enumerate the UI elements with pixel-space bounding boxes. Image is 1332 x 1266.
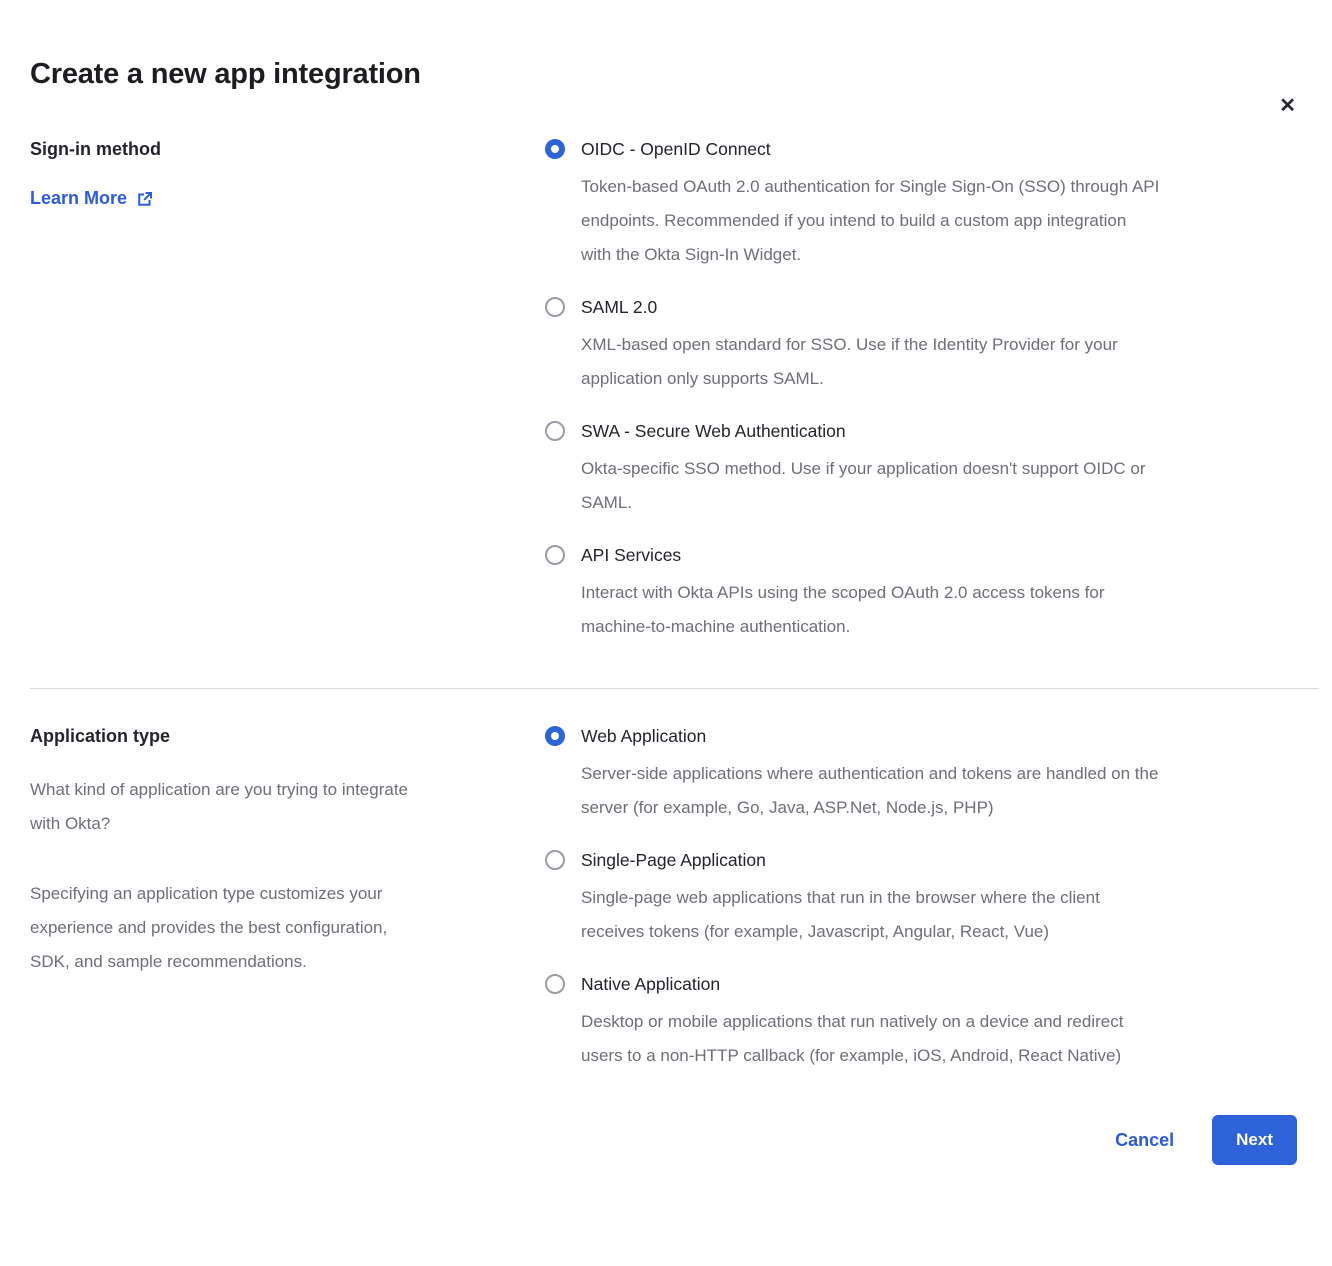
signin-method-label: Sign-in method — [30, 136, 500, 162]
option-label: API Services — [581, 542, 1105, 568]
close-icon[interactable]: ✕ — [1277, 94, 1298, 118]
radio-icon[interactable] — [545, 545, 565, 565]
radio-option-oidc[interactable]: OIDC - OpenID Connect Token-based OAuth … — [545, 136, 1297, 272]
cancel-button[interactable]: Cancel — [1115, 1130, 1174, 1151]
option-description: Token-based OAuth 2.0 authentication for… — [581, 170, 1159, 272]
radio-option-native-application[interactable]: Native Application Desktop or mobile app… — [545, 971, 1297, 1073]
external-link-icon — [136, 191, 153, 208]
radio-option-single-page-application[interactable]: Single-Page Application Single-page web … — [545, 847, 1297, 949]
option-description: XML-based open standard for SSO. Use if … — [581, 328, 1118, 396]
next-button[interactable]: Next — [1212, 1115, 1297, 1165]
radio-icon[interactable] — [545, 974, 565, 994]
section-divider — [30, 688, 1319, 689]
radio-icon[interactable] — [545, 726, 565, 746]
option-description: Server-side applications where authentic… — [581, 757, 1158, 825]
option-description: Desktop or mobile applications that run … — [581, 1005, 1123, 1073]
option-label: SWA - Secure Web Authentication — [581, 418, 1146, 444]
create-app-integration-modal: ✕ Create a new app integration Sign-in m… — [0, 56, 1332, 1266]
application-type-intro: What kind of application are you trying … — [30, 773, 500, 841]
page-title: Create a new app integration — [30, 56, 1297, 92]
radio-icon[interactable] — [545, 850, 565, 870]
signin-method-section: Sign-in method Learn More OIDC - OpenID … — [30, 136, 1297, 644]
application-type-label: Application type — [30, 723, 500, 749]
option-label: OIDC - OpenID Connect — [581, 136, 1159, 162]
radio-option-saml[interactable]: SAML 2.0 XML-based open standard for SSO… — [545, 294, 1297, 396]
application-type-details: Specifying an application type customize… — [30, 877, 500, 979]
option-label: Native Application — [581, 971, 1123, 997]
radio-icon[interactable] — [545, 139, 565, 159]
option-description: Single-page web applications that run in… — [581, 881, 1100, 949]
learn-more-label: Learn More — [30, 188, 127, 209]
radio-option-api-services[interactable]: API Services Interact with Okta APIs usi… — [545, 542, 1297, 644]
footer-actions: Cancel Next — [30, 1115, 1297, 1165]
option-label: Single-Page Application — [581, 847, 1100, 873]
radio-option-swa[interactable]: SWA - Secure Web Authentication Okta-spe… — [545, 418, 1297, 520]
application-type-section: Application type What kind of applicatio… — [30, 723, 1297, 1073]
option-label: Web Application — [581, 723, 1158, 749]
radio-option-web-application[interactable]: Web Application Server-side applications… — [545, 723, 1297, 825]
option-description: Okta-specific SSO method. Use if your ap… — [581, 452, 1146, 520]
radio-icon[interactable] — [545, 421, 565, 441]
option-label: SAML 2.0 — [581, 294, 1118, 320]
option-description: Interact with Okta APIs using the scoped… — [581, 576, 1105, 644]
radio-icon[interactable] — [545, 297, 565, 317]
learn-more-link[interactable]: Learn More — [30, 188, 153, 209]
